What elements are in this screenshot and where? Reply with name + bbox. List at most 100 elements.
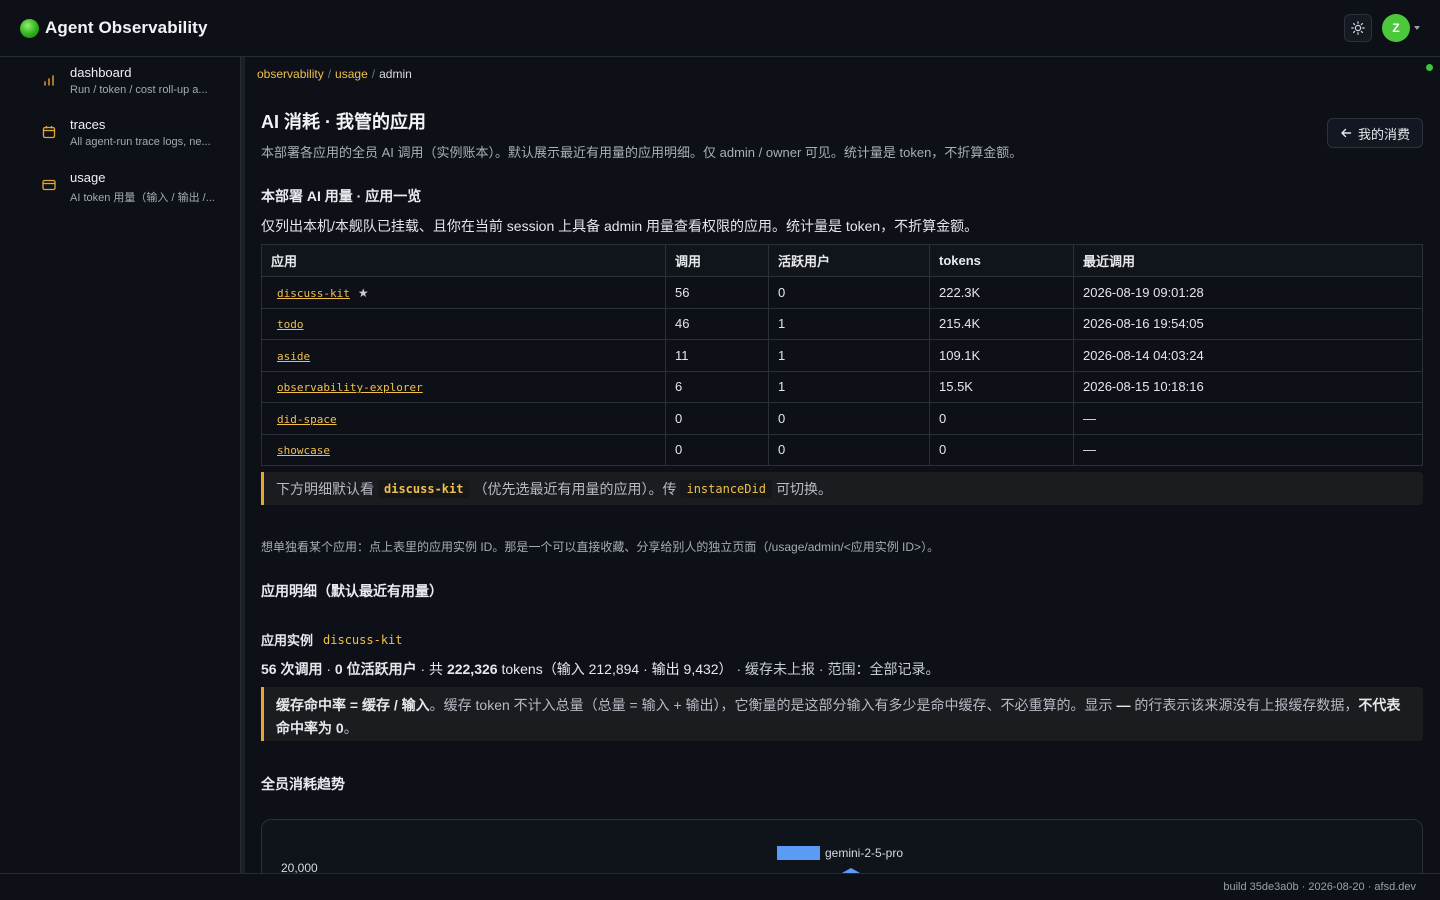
cache-note-end: 。 [343,720,358,736]
note-suffix: 可切换。 [775,480,832,497]
calls-cell: 11 [665,339,769,372]
app-link[interactable]: did-space [271,413,337,426]
users-cell: 0 [768,276,930,309]
cache-note-dash: — [1116,697,1131,713]
apps-table: 应用 调用 活跃用户 tokens 最近调用 discuss-kit ★ 56 0… [261,244,1423,466]
app-cell: todo [261,307,666,340]
breadcrumb-link-usage[interactable]: usage [335,67,368,81]
tokens-cell: 0 [929,402,1074,435]
table-row: did-space 0 0 0 — [261,402,1423,435]
instance-label: 应用实例 [261,633,314,648]
table-row: discuss-kit ★ 56 0 222.3K 2026-08-19 09:0… [261,276,1423,309]
theme-toggle-button[interactable] [1344,14,1372,42]
sidebar-item-label: traces [70,117,106,132]
sidebar-item-desc: Run / token / cost roll-up a... [70,84,208,96]
legend-swatch [777,846,820,860]
chart-legend[interactable]: gemini-2-5-pro [777,846,903,860]
cache-note-body2: 的行表示该来源没有上报缓存数据， [1130,697,1359,713]
last-call-cell: 2026-08-14 04:03:24 [1073,339,1423,372]
instance-line: 应用实例 discuss-kit [261,630,403,649]
app-cell: observability-explorer [261,370,666,403]
table-row: todo 46 1 215.4K 2026-08-16 19:54:05 [261,307,1423,340]
app-cell: discuss-kit ★ [261,276,666,309]
summary-dot: · [322,661,335,677]
legend-series-label: gemini-2-5-pro [825,846,904,860]
breadcrumb-current: admin [379,67,412,81]
calls-cell: 6 [665,370,769,403]
tokens-cell: 215.4K [929,307,1074,340]
sidebar-item-label: usage [70,170,106,185]
brand[interactable]: Agent Observability [20,18,208,38]
column-header-active-users: 活跃用户 [768,244,930,277]
app-link[interactable]: observability-explorer [271,381,423,394]
app-cell: showcase [261,433,666,466]
my-spending-label: 我的消费 [1357,126,1410,142]
chevron-down-icon [1414,26,1420,30]
connection-status-dot [1426,64,1433,71]
app-link[interactable]: discuss-kit [271,287,350,300]
table-row: aside 11 1 109.1K 2026-08-14 04:03:24 [261,339,1423,372]
summary-calls: 56 次调用 [261,661,323,677]
breadcrumb-separator: / [371,67,376,81]
calls-cell: 0 [665,402,769,435]
breadcrumb: observability / usage / admin [257,67,412,81]
tokens-cell: 109.1K [929,339,1074,372]
calendar-icon [40,125,58,148]
app-cell: did-space [261,402,666,435]
my-spending-button[interactable]: 我的消费 [1326,118,1423,148]
single-app-hint: 想单独看某个应用：点上表里的应用实例 ID。那是一个可以直接收藏、分享给别人的独… [261,540,940,554]
app-link[interactable]: todo [271,318,304,331]
credit-card-icon [40,178,58,205]
top-bar: Agent Observability Z [0,0,1440,57]
last-call-cell: — [1073,402,1423,435]
sidebar-item-traces[interactable]: traces All agent-run trace logs, ne... [40,117,236,148]
app-link[interactable]: showcase [271,444,330,457]
calls-cell: 46 [665,307,769,340]
last-call-cell: — [1073,433,1423,466]
detail-heading: 应用明细（默认最近有用量） [261,583,443,599]
column-header-last-call: 最近调用 [1073,244,1423,277]
page-description: 本部署各应用的全员 AI 调用（实例账本）。默认展示最近有用量的应用明细。仅 a… [261,145,1023,160]
sidebar: dashboard Run / token / cost roll-up a..… [0,57,240,873]
column-header-tokens: tokens [929,244,1074,277]
sidebar-item-dashboard[interactable]: dashboard Run / token / cost roll-up a..… [40,65,236,96]
overview-heading: 本部署 AI 用量 · 应用一览 [261,188,422,204]
sidebar-item-desc: AI token 用量（输入 / 输出 /... [70,192,215,204]
avatar[interactable]: Z [1382,14,1410,42]
tokens-cell: 15.5K [929,370,1074,403]
build-info: build 35de3a0b · 2026-08-20 · afsd.dev [1223,881,1416,893]
app-link[interactable]: aside [271,350,310,363]
trend-chart: gemini-2-5-pro 20,000 [261,819,1423,873]
brand-logo-icon [20,18,39,38]
column-header-app: 应用 [261,244,666,277]
users-cell: 0 [768,402,930,435]
trend-heading: 全员消耗趋势 [261,776,345,792]
breadcrumb-link-observability[interactable]: observability [257,67,324,81]
last-call-cell: 2026-08-19 09:01:28 [1073,276,1423,309]
page-title: AI 消耗 · 我管的应用 [261,112,426,132]
default-app-note: 下方明细默认看 discuss-kit （优先选最近有用量的应用）。传 inst… [261,472,1423,505]
sidebar-item-usage[interactable]: usage AI token 用量（输入 / 输出 /... [40,170,236,205]
cache-note-body: 。缓存 token 不计入总量（总量 = 输入 + 输出），它衡量的是这部分输入… [429,697,1117,713]
note-middle: （优先选最近有用量的应用）。传 [473,480,677,497]
note-app-code: discuss-kit [378,479,470,498]
instance-id: discuss-kit [323,632,403,647]
last-call-cell: 2026-08-16 19:54:05 [1073,307,1423,340]
app-title: Agent Observability [45,18,208,37]
y-tick-label: 20,000 [281,861,318,873]
summary-cache: · 缓存未上报 · 范围：全部记录。 [732,661,940,677]
star-icon: ★ [357,285,369,300]
note-prefix: 下方明细默认看 [276,480,374,497]
users-cell: 0 [768,433,930,466]
app-cell: aside [261,339,666,372]
user-menu[interactable]: Z [1382,14,1420,42]
sidebar-item-label: dashboard [70,65,132,80]
last-call-cell: 2026-08-15 10:18:16 [1073,370,1423,403]
table-row: showcase 0 0 0 — [261,433,1423,466]
breadcrumb-separator: / [327,67,332,81]
summary-tokens: 222,326 [446,661,498,677]
note-param-code: instanceDid [680,479,772,498]
sun-icon [1351,21,1365,35]
calls-cell: 56 [665,276,769,309]
column-header-calls: 调用 [665,244,769,277]
